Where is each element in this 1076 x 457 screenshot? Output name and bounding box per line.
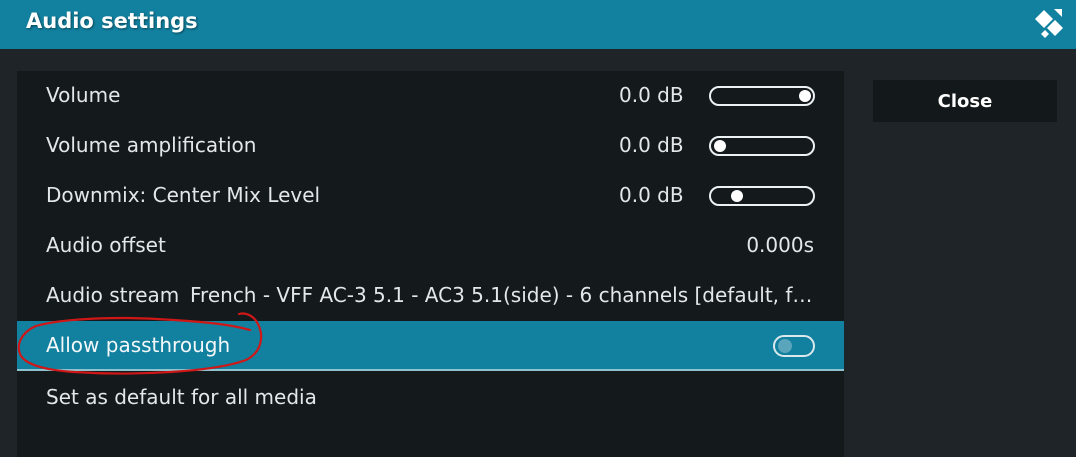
settings-list: Volume 0.0 dB Volume amplification 0.0 d… bbox=[17, 71, 844, 457]
header-bar: Audio settings bbox=[0, 0, 1076, 49]
setting-label: Audio offset bbox=[46, 233, 166, 257]
passthrough-toggle[interactable] bbox=[773, 335, 815, 357]
setting-value: 0.0 dB bbox=[619, 133, 684, 157]
setting-label: Audio stream bbox=[46, 283, 180, 307]
setting-value: 0.0 dB bbox=[619, 83, 684, 107]
setting-downmix-center-mix-level[interactable]: Downmix: Center Mix Level 0.0 dB bbox=[17, 171, 844, 221]
setting-value: 0.000s bbox=[746, 233, 814, 257]
volume-amplification-slider[interactable] bbox=[709, 136, 815, 156]
downmix-slider[interactable] bbox=[709, 186, 815, 206]
setting-audio-stream[interactable]: Audio stream French - VFF AC-3 5.1 - AC3… bbox=[17, 271, 844, 321]
close-button[interactable]: Close bbox=[873, 80, 1057, 122]
slider-knob[interactable] bbox=[799, 90, 811, 102]
setting-audio-offset[interactable]: Audio offset 0.000s bbox=[17, 221, 844, 271]
setting-label: Volume bbox=[46, 83, 121, 107]
setting-label: Allow passthrough bbox=[46, 333, 231, 357]
slider-knob[interactable] bbox=[731, 190, 743, 202]
setting-value: 0.0 dB bbox=[619, 183, 684, 207]
setting-label: Set as default for all media bbox=[46, 385, 317, 409]
setting-set-default[interactable]: Set as default for all media bbox=[17, 373, 844, 423]
kodi-logo-icon bbox=[1035, 9, 1063, 38]
setting-value: French - VFF AC-3 5.1 - AC3 5.1(side) - … bbox=[190, 283, 814, 307]
setting-volume[interactable]: Volume 0.0 dB bbox=[17, 71, 844, 121]
setting-volume-amplification[interactable]: Volume amplification 0.0 dB bbox=[17, 121, 844, 171]
volume-slider[interactable] bbox=[709, 86, 815, 106]
slider-knob[interactable] bbox=[714, 140, 726, 152]
setting-allow-passthrough[interactable]: Allow passthrough bbox=[17, 321, 844, 371]
dialog-title: Audio settings bbox=[26, 9, 198, 33]
setting-label: Volume amplification bbox=[46, 133, 257, 157]
toggle-knob bbox=[778, 339, 792, 353]
setting-label: Downmix: Center Mix Level bbox=[46, 183, 321, 207]
